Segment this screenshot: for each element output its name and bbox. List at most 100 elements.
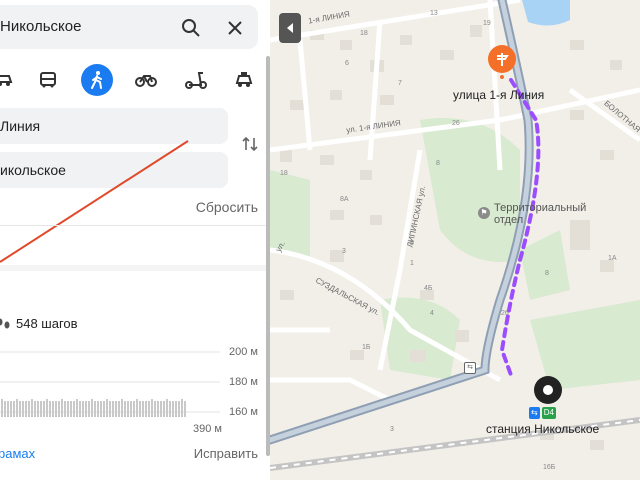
elevation-bar [43, 401, 45, 417]
steps-count: 548 шагов [16, 316, 78, 331]
scrollbar[interactable] [266, 56, 270, 456]
house-number: 19 [483, 20, 491, 27]
elevation-bar [136, 399, 138, 417]
elevation-bar [1, 399, 3, 417]
elevation-bar [172, 401, 174, 417]
elevation-bar [109, 401, 111, 417]
house-number: 8А [340, 196, 349, 203]
fix-route-link[interactable]: Исправить [194, 446, 258, 461]
line-badge: D4 [541, 407, 556, 419]
collapse-panel-button[interactable] [279, 13, 301, 43]
mode-scooter[interactable] [180, 64, 212, 96]
house-number: 16Б [543, 464, 556, 471]
elevation-bar [103, 401, 105, 417]
elevation-bar [163, 401, 165, 417]
elevation-bar [40, 401, 42, 417]
elevation-bar [61, 399, 63, 417]
elevation-bar [52, 401, 54, 417]
house-number: 4Б [424, 285, 433, 292]
elevation-bar [94, 401, 96, 417]
elevation-bar [154, 401, 156, 417]
reset-button[interactable]: Сбросить [196, 199, 258, 215]
search-input[interactable]: Никольское [0, 18, 81, 35]
elevation-bar [142, 401, 144, 417]
station-label: станция Никольское [486, 422, 600, 436]
bus-stop-icon[interactable]: ⇆ [464, 362, 476, 374]
elevation-bar [31, 399, 33, 417]
elevation-bar [145, 401, 147, 417]
elevation-bar [85, 401, 87, 417]
elevation-bar [157, 401, 159, 417]
close-button[interactable] [224, 17, 246, 39]
mode-car[interactable] [0, 64, 20, 96]
elevation-bar [130, 401, 132, 417]
house-number: 26 [501, 310, 509, 317]
elevation-bar [34, 401, 36, 417]
elevation-bar [184, 401, 186, 417]
elevation-bar [10, 401, 12, 417]
search-box[interactable]: Никольское [0, 5, 258, 49]
destination-pin[interactable] [487, 44, 517, 79]
elevation-bar [100, 401, 102, 417]
section-gap [0, 265, 270, 271]
close-icon [228, 21, 242, 35]
scooter-icon [185, 72, 207, 89]
footsteps-icon [0, 318, 10, 328]
elevation-bar [46, 399, 48, 417]
poi-label-line1: Территориальный [494, 202, 587, 214]
elevation-bar [79, 401, 81, 417]
destination-label: улица 1-я Линия [453, 88, 545, 102]
house-number: 13 [430, 10, 438, 17]
elevation-bar [148, 401, 150, 417]
mode-walk[interactable] [81, 64, 113, 96]
elevation-bar [22, 401, 24, 417]
house-number: 1А [608, 255, 617, 262]
station-badge: ⇆ D4 [529, 407, 556, 419]
house-number: 18 [280, 170, 288, 177]
steps-info: 548 шагов [0, 316, 78, 331]
house-number: 1 [410, 260, 414, 267]
elevation-bar [106, 399, 108, 417]
elevation-bar [7, 401, 9, 417]
elevation-bar [127, 401, 129, 417]
elevation-bar [13, 401, 15, 417]
panorama-link[interactable]: рамах [0, 446, 35, 461]
elevation-bar [37, 401, 39, 417]
elevation-bar [121, 399, 123, 417]
elevation-bar [160, 401, 162, 417]
elevation-bar [178, 401, 180, 417]
map[interactable]: 1-я ЛИНИЯ ул. 1-я ЛИНИЯ ЛИПИНСКАЯ ул. СУ… [270, 0, 640, 480]
house-number: 26 [452, 120, 460, 127]
mode-bus[interactable] [32, 64, 64, 96]
elevation-bar [55, 401, 57, 417]
elevation-tick: 180 м [229, 376, 258, 388]
search-icon [182, 19, 200, 37]
government-office-icon[interactable]: ⚑ [478, 207, 490, 219]
elevation-bar [169, 401, 171, 417]
elevation-bar [67, 401, 69, 417]
walk-icon [91, 71, 102, 89]
house-number: 7 [398, 80, 402, 87]
elevation-bar [97, 401, 99, 417]
search-button[interactable] [180, 17, 202, 39]
poi-label[interactable]: Территориальный отдел [494, 202, 586, 226]
elevation-bar [16, 399, 18, 417]
elevation-bar [181, 399, 183, 417]
elevation-bar [175, 401, 177, 417]
mode-bicycle[interactable] [130, 64, 162, 96]
elevation-bar [91, 399, 93, 417]
elevation-bar [64, 401, 66, 417]
elevation-bar [124, 401, 126, 417]
transport-mode-bar [0, 64, 270, 98]
elevation-bar [115, 401, 117, 417]
elevation-bar [73, 401, 75, 417]
elevation-bar [82, 401, 84, 417]
elevation-bar [151, 399, 153, 417]
distance-label: 390 м [193, 423, 222, 435]
station-marker[interactable] [534, 376, 562, 404]
elevation-bar [76, 399, 78, 417]
mode-taxi[interactable] [228, 64, 260, 96]
station-marker-icon [543, 385, 553, 395]
divider [0, 225, 270, 226]
elevation-tick: 160 м [229, 406, 258, 418]
